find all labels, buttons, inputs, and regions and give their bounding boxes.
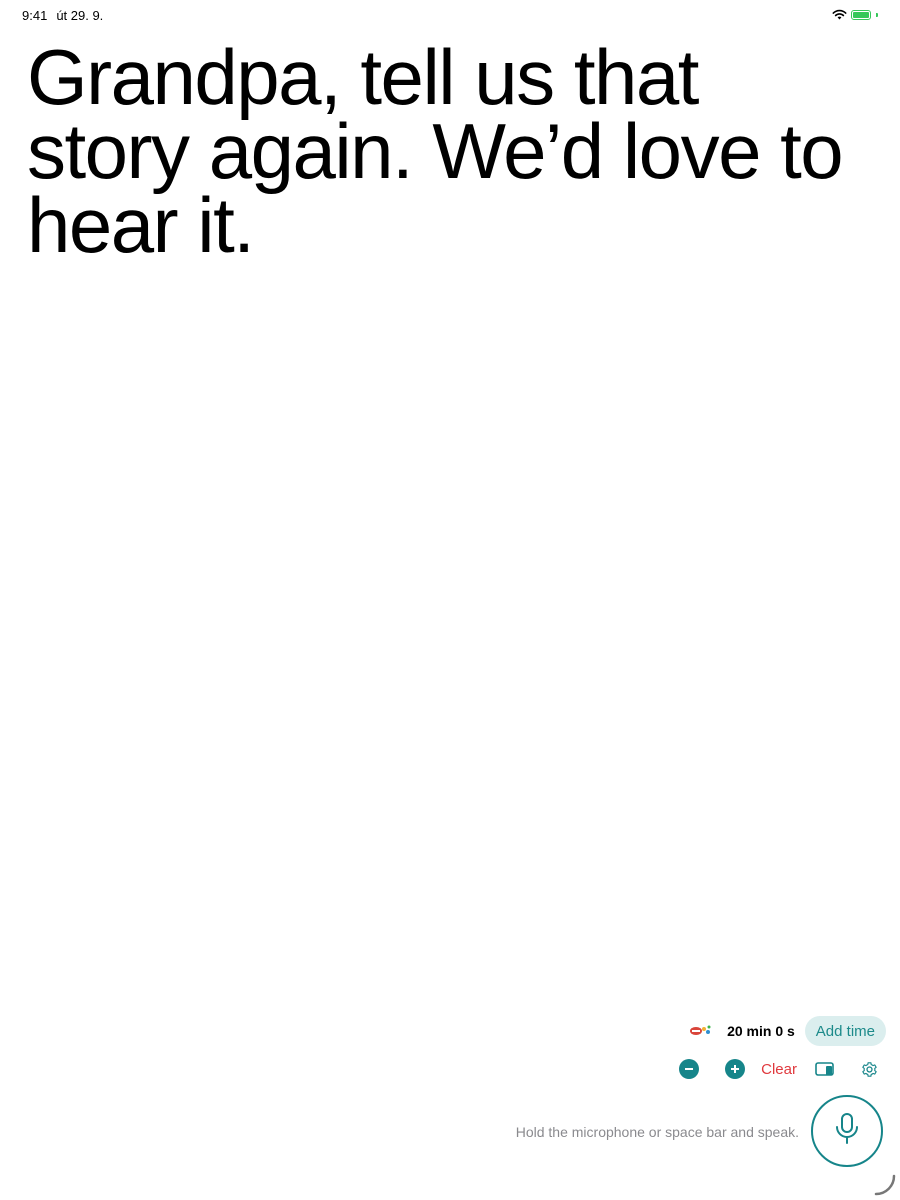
battery-fill — [853, 12, 869, 18]
status-right — [832, 8, 878, 23]
app-screen: 9:41 út 29. 9. Grandpa, tell us that sto… — [0, 0, 900, 1200]
battery-charging-icon — [851, 10, 871, 20]
clear-button[interactable]: Clear — [761, 1061, 797, 1078]
microphone-button[interactable] — [811, 1095, 883, 1167]
plus-circle-icon[interactable] — [725, 1059, 746, 1079]
instruction-hint: Hold the microphone or space bar and spe… — [515, 1124, 799, 1140]
wifi-icon — [832, 8, 847, 23]
phrase-text: Grandpa, tell us that story again. We’d … — [27, 33, 844, 269]
tablet-phone-icon[interactable] — [815, 1061, 835, 1077]
resize-handle-icon[interactable] — [872, 1172, 896, 1196]
timer-row: 20 min 0 s Add time — [689, 1016, 886, 1046]
status-date: út 29. 9. — [56, 7, 104, 23]
microphone-icon — [834, 1112, 860, 1151]
battery-cap — [876, 13, 878, 17]
controls-row: Clear — [679, 1058, 878, 1080]
status-bar: 9:41 út 29. 9. — [22, 6, 878, 24]
minus-circle-icon[interactable] — [679, 1059, 700, 1079]
speech-lips-logo — [689, 1024, 713, 1038]
add-time-button[interactable]: Add time — [804, 1016, 886, 1046]
status-time: 9:41 — [22, 7, 48, 23]
gear-icon[interactable] — [861, 1061, 878, 1078]
timer-value: 20 min 0 s — [727, 1023, 795, 1039]
status-left: 9:41 út 29. 9. — [22, 8, 103, 23]
